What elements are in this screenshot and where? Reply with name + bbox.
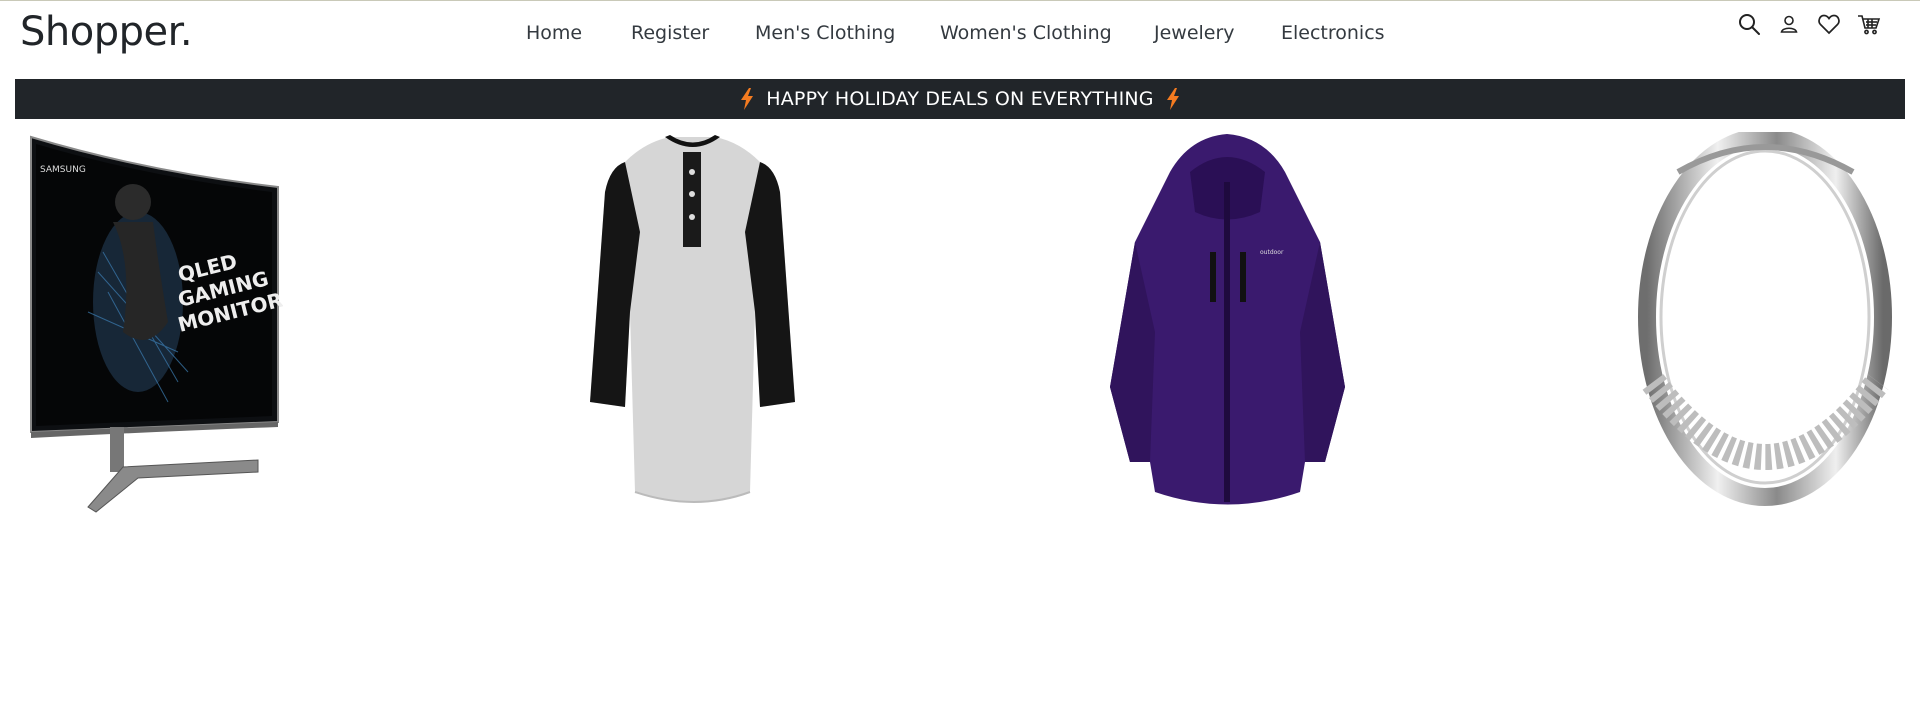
main-nav: Home Register Men's Clothing Women's Clo…	[0, 19, 1920, 49]
site-header: Shopper. Home Register Men's Clothing Wo…	[0, 1, 1920, 78]
banner-text: HAPPY HOLIDAY DEALS ON EVERYTHING	[766, 88, 1154, 110]
nav-register[interactable]: Register	[631, 19, 709, 47]
jacket-logo-text: outdoor	[1260, 249, 1284, 256]
search-icon[interactable]	[1736, 11, 1762, 37]
cart-icon[interactable]	[1856, 11, 1882, 37]
product-shirt-image[interactable]	[565, 132, 820, 517]
lightning-bolt-icon	[741, 88, 754, 110]
lightning-bolt-icon	[1166, 88, 1179, 110]
nav-jewelery[interactable]: Jewelery	[1154, 19, 1235, 47]
monitor-brand-text: SAMSUNG	[40, 165, 86, 175]
product-monitor-image[interactable]: SAMSUNG QLED GAMING MONITOR	[28, 132, 283, 517]
nav-womens-clothing[interactable]: Women's Clothing	[940, 19, 1112, 47]
product-ring-image[interactable]	[1638, 132, 1893, 517]
nav-electronics[interactable]: Electronics	[1281, 19, 1385, 47]
user-icon[interactable]	[1776, 11, 1802, 37]
promo-banner: HAPPY HOLIDAY DEALS ON EVERYTHING	[15, 79, 1905, 119]
nav-mens-clothing[interactable]: Men's Clothing	[755, 19, 895, 47]
product-carousel: SAMSUNG QLED GAMING MONITOR outdoor	[0, 132, 1920, 522]
heart-icon[interactable]	[1816, 11, 1842, 37]
product-jacket-image[interactable]: outdoor	[1100, 132, 1355, 517]
nav-home[interactable]: Home	[526, 19, 582, 47]
